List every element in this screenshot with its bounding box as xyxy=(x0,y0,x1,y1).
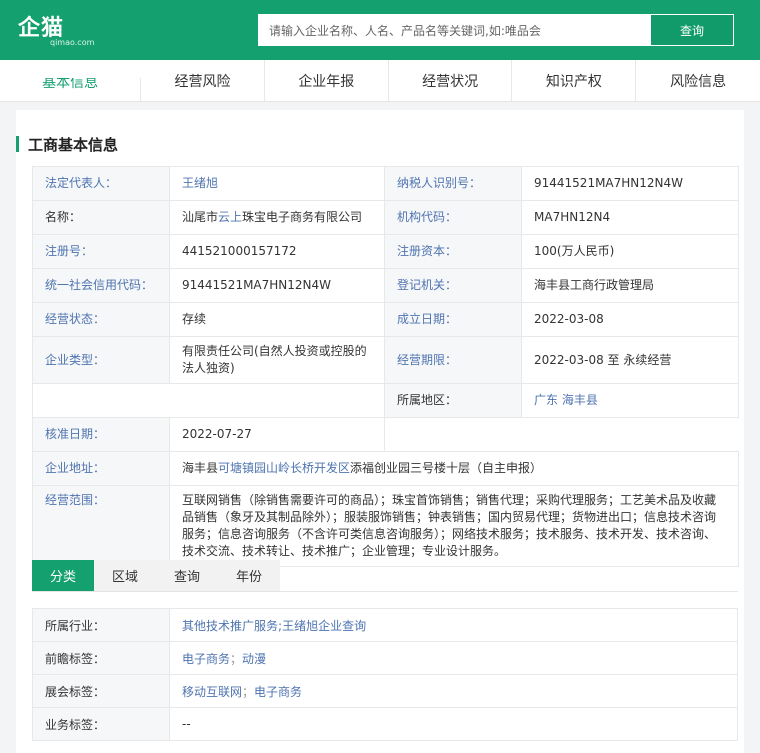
subtab-region[interactable]: 区域 xyxy=(94,560,156,591)
table-row: 经营状态： 存续 成立日期： 2022-03-08 xyxy=(32,302,739,337)
term-value: 2022-03-08 至 永续经营 xyxy=(521,336,739,384)
founded-value: 2022-03-08 xyxy=(521,302,739,337)
search-placeholder: 请输入企业名称、人名、产品名等关键词,如:唯品会 xyxy=(269,23,541,38)
region-label: 所属地区： xyxy=(384,383,522,418)
tax-id-label: 纳税人识别号： xyxy=(384,166,522,201)
name-label: 名称： xyxy=(32,200,170,235)
biz-value: -- xyxy=(169,707,738,741)
forward-link-b[interactable]: 动漫 xyxy=(242,652,266,666)
type-label: 企业类型： xyxy=(32,336,170,384)
forward-sep: ； xyxy=(230,651,243,666)
forward-value: 电子商务；动漫 xyxy=(169,641,738,675)
expo-link-b[interactable]: 电子商务 xyxy=(254,685,302,699)
type-value: 有限责任公司(自然人投资或控股的法人独资) xyxy=(169,336,385,384)
address-suffix: 添福创业园三号楼十层（自主申报） xyxy=(350,461,543,475)
table-row: 所属地区： 广东 海丰县 xyxy=(32,383,739,418)
founded-label: 成立日期： xyxy=(384,302,522,337)
table-row: 注册号： 441521000157172 注册资本： 100(万人民币) xyxy=(32,234,739,269)
name-prefix: 汕尾市 xyxy=(182,210,219,224)
tab-risk-info[interactable]: 风险信息 xyxy=(636,60,760,102)
table-row: 业务标签： -- xyxy=(32,707,738,741)
table-row: 前瞻标签： 电子商务；动漫 xyxy=(32,641,738,675)
status-value: 存续 xyxy=(169,302,385,337)
logo-subtext: qimao.com xyxy=(50,38,95,47)
region-link[interactable]: 广东 海丰县 xyxy=(534,393,598,407)
name-link[interactable]: 云上 xyxy=(218,210,242,224)
address-prefix: 海丰县 xyxy=(182,461,219,475)
tab-operation-risk[interactable]: 经营风险 xyxy=(141,60,265,102)
region-value: 广东 海丰县 xyxy=(521,383,739,418)
reg-authority-value: 海丰县工商行政管理局 xyxy=(521,268,739,303)
org-code-value: MA7HN12N4 xyxy=(521,200,739,235)
reg-no-label: 注册号： xyxy=(32,234,170,269)
table-row: 经营范围： 互联网销售（除销售需要许可的商品）；珠宝首饰销售；销售代理；采购代理… xyxy=(32,485,739,567)
table-row: 法定代表人： 王绪旭 纳税人识别号： 91441521MA7HN12N4W xyxy=(32,166,739,201)
status-label: 经营状态： xyxy=(32,302,170,337)
table-row: 企业类型： 有限责任公司(自然人投资或控股的法人独资) 经营期限： 2022-0… xyxy=(32,336,739,384)
industry-link-a[interactable]: 其他技术推广服务 xyxy=(182,619,278,633)
address-link[interactable]: 可塘镇园山岭长桥开发区 xyxy=(218,461,350,475)
credit-code-value: 91441521MA7HN12N4W xyxy=(169,268,385,303)
reg-capital-label: 注册资本： xyxy=(384,234,522,269)
industry-value: 其他技术推广服务;王绪旭企业查询 xyxy=(169,608,738,642)
legal-rep-link[interactable]: 王绪旭 xyxy=(182,176,218,190)
category-tabs: 分类 区域 查询 年份 xyxy=(32,560,280,591)
address-value: 海丰县可塘镇园山岭长桥开发区添福创业园三号楼十层（自主申报） xyxy=(169,451,739,486)
section-title: 工商基本信息 xyxy=(16,134,118,155)
forward-link-a[interactable]: 电子商务 xyxy=(182,652,230,666)
divider xyxy=(32,591,738,592)
expo-value: 移动互联网；电子商务 xyxy=(169,674,738,708)
industry-link-b[interactable]: 王绪旭企业查询 xyxy=(282,619,366,633)
tab-operation-status[interactable]: 经营状况 xyxy=(389,60,513,102)
subtab-query[interactable]: 查询 xyxy=(156,560,218,591)
site-logo[interactable]: 企猫 qimao.com xyxy=(18,10,94,47)
legal-rep-value[interactable]: 王绪旭 xyxy=(169,166,385,201)
expo-link-a[interactable]: 移动互联网 xyxy=(182,685,242,699)
approved-value: 2022-07-27 xyxy=(169,417,385,452)
org-code-label: 机构代码： xyxy=(384,200,522,235)
reg-capital-value: 100(万人民币) xyxy=(521,234,739,269)
biz-label: 业务标签： xyxy=(32,707,170,741)
reg-authority-label: 登记机关： xyxy=(384,268,522,303)
top-header: 企猫 qimao.com 请输入企业名称、人名、产品名等关键词,如:唯品会 查询 xyxy=(0,0,760,60)
empty-cell xyxy=(384,417,739,452)
approved-label: 核准日期： xyxy=(32,417,170,452)
table-row: 统一社会信用代码： 91441521MA7HN12N4W 登记机关： 海丰县工商… xyxy=(32,268,739,303)
name-suffix: 珠宝电子商务有限公司 xyxy=(242,210,363,224)
table-row: 企业地址： 海丰县可塘镇园山岭长桥开发区添福创业园三号楼十层（自主申报） xyxy=(32,451,739,486)
forward-label: 前瞻标签： xyxy=(32,641,170,675)
term-label: 经营期限： xyxy=(384,336,522,384)
tab-annual-report[interactable]: 企业年报 xyxy=(265,60,389,102)
name-value: 汕尾市云上珠宝电子商务有限公司 xyxy=(169,200,385,235)
tab-ip[interactable]: 知识产权 xyxy=(512,60,637,102)
tax-id-value: 91441521MA7HN12N4W xyxy=(521,166,739,201)
subtab-year[interactable]: 年份 xyxy=(218,560,280,591)
table-row: 展会标签： 移动互联网；电子商务 xyxy=(32,674,738,708)
header-overlay xyxy=(0,60,148,78)
industry-label: 所属行业： xyxy=(32,608,170,642)
business-info-table: 法定代表人： 王绪旭 纳税人识别号： 91441521MA7HN12N4W 名称… xyxy=(32,166,739,567)
search-input[interactable]: 请输入企业名称、人名、产品名等关键词,如:唯品会 xyxy=(258,14,650,46)
scope-label: 经营范围： xyxy=(32,485,170,567)
address-label: 企业地址： xyxy=(32,451,170,486)
credit-code-label: 统一社会信用代码： xyxy=(32,268,170,303)
expo-label: 展会标签： xyxy=(32,674,170,708)
reg-no-value: 441521000157172 xyxy=(169,234,385,269)
legal-rep-label: 法定代表人： xyxy=(32,166,170,201)
table-row: 所属行业： 其他技术推广服务;王绪旭企业查询 xyxy=(32,608,738,642)
subtab-category[interactable]: 分类 xyxy=(32,560,94,591)
empty-cell xyxy=(32,383,385,418)
table-row: 核准日期： 2022-07-27 xyxy=(32,417,739,452)
tags-table: 所属行业： 其他技术推广服务;王绪旭企业查询 前瞻标签： 电子商务；动漫 展会标… xyxy=(32,608,738,741)
scope-value: 互联网销售（除销售需要许可的商品）；珠宝首饰销售；销售代理；采购代理服务；工艺美… xyxy=(169,485,739,567)
table-row: 名称： 汕尾市云上珠宝电子商务有限公司 机构代码： MA7HN12N4 xyxy=(32,200,739,235)
expo-sep: ； xyxy=(242,684,255,699)
search-button[interactable]: 查询 xyxy=(650,14,734,46)
